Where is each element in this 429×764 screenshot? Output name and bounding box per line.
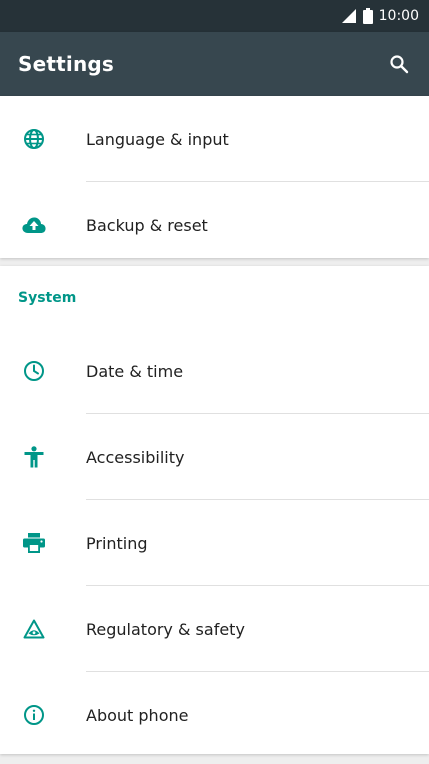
settings-item-date-time[interactable]: Date & time	[0, 328, 429, 414]
signal-icon	[341, 8, 357, 24]
search-icon[interactable]	[387, 52, 411, 76]
settings-item-printing[interactable]: Printing	[0, 500, 429, 586]
app-bar: Settings	[0, 32, 429, 96]
status-bar: 10:00	[0, 0, 429, 32]
settings-item-language-input[interactable]: Language & input	[0, 96, 429, 182]
system-settings-group: System Date & time Accessibility Printin…	[0, 266, 429, 754]
clock-icon	[22, 359, 46, 383]
printer-icon	[22, 531, 46, 555]
cloud-upload-icon	[22, 213, 46, 237]
settings-item-backup-reset[interactable]: Backup & reset	[0, 182, 429, 268]
top-settings-group: Language & input Backup & reset	[0, 96, 429, 258]
settings-item-label: About phone	[86, 705, 189, 725]
settings-item-accessibility[interactable]: Accessibility	[0, 414, 429, 500]
accessibility-icon	[22, 445, 46, 469]
section-header-system: System	[18, 290, 77, 306]
settings-item-label: Printing	[86, 533, 148, 553]
globe-icon	[22, 127, 46, 151]
settings-item-label: Regulatory & safety	[86, 619, 245, 639]
regulatory-icon	[22, 617, 46, 641]
info-icon	[22, 703, 46, 727]
settings-item-label: Backup & reset	[86, 215, 208, 235]
status-time: 10:00	[378, 8, 419, 24]
page-title: Settings	[18, 52, 115, 76]
battery-icon	[362, 8, 373, 24]
settings-item-about-phone[interactable]: About phone	[0, 672, 429, 758]
settings-item-label: Accessibility	[86, 447, 185, 467]
settings-item-regulatory-safety[interactable]: Regulatory & safety	[0, 586, 429, 672]
settings-item-label: Language & input	[86, 129, 229, 149]
settings-item-label: Date & time	[86, 361, 184, 381]
